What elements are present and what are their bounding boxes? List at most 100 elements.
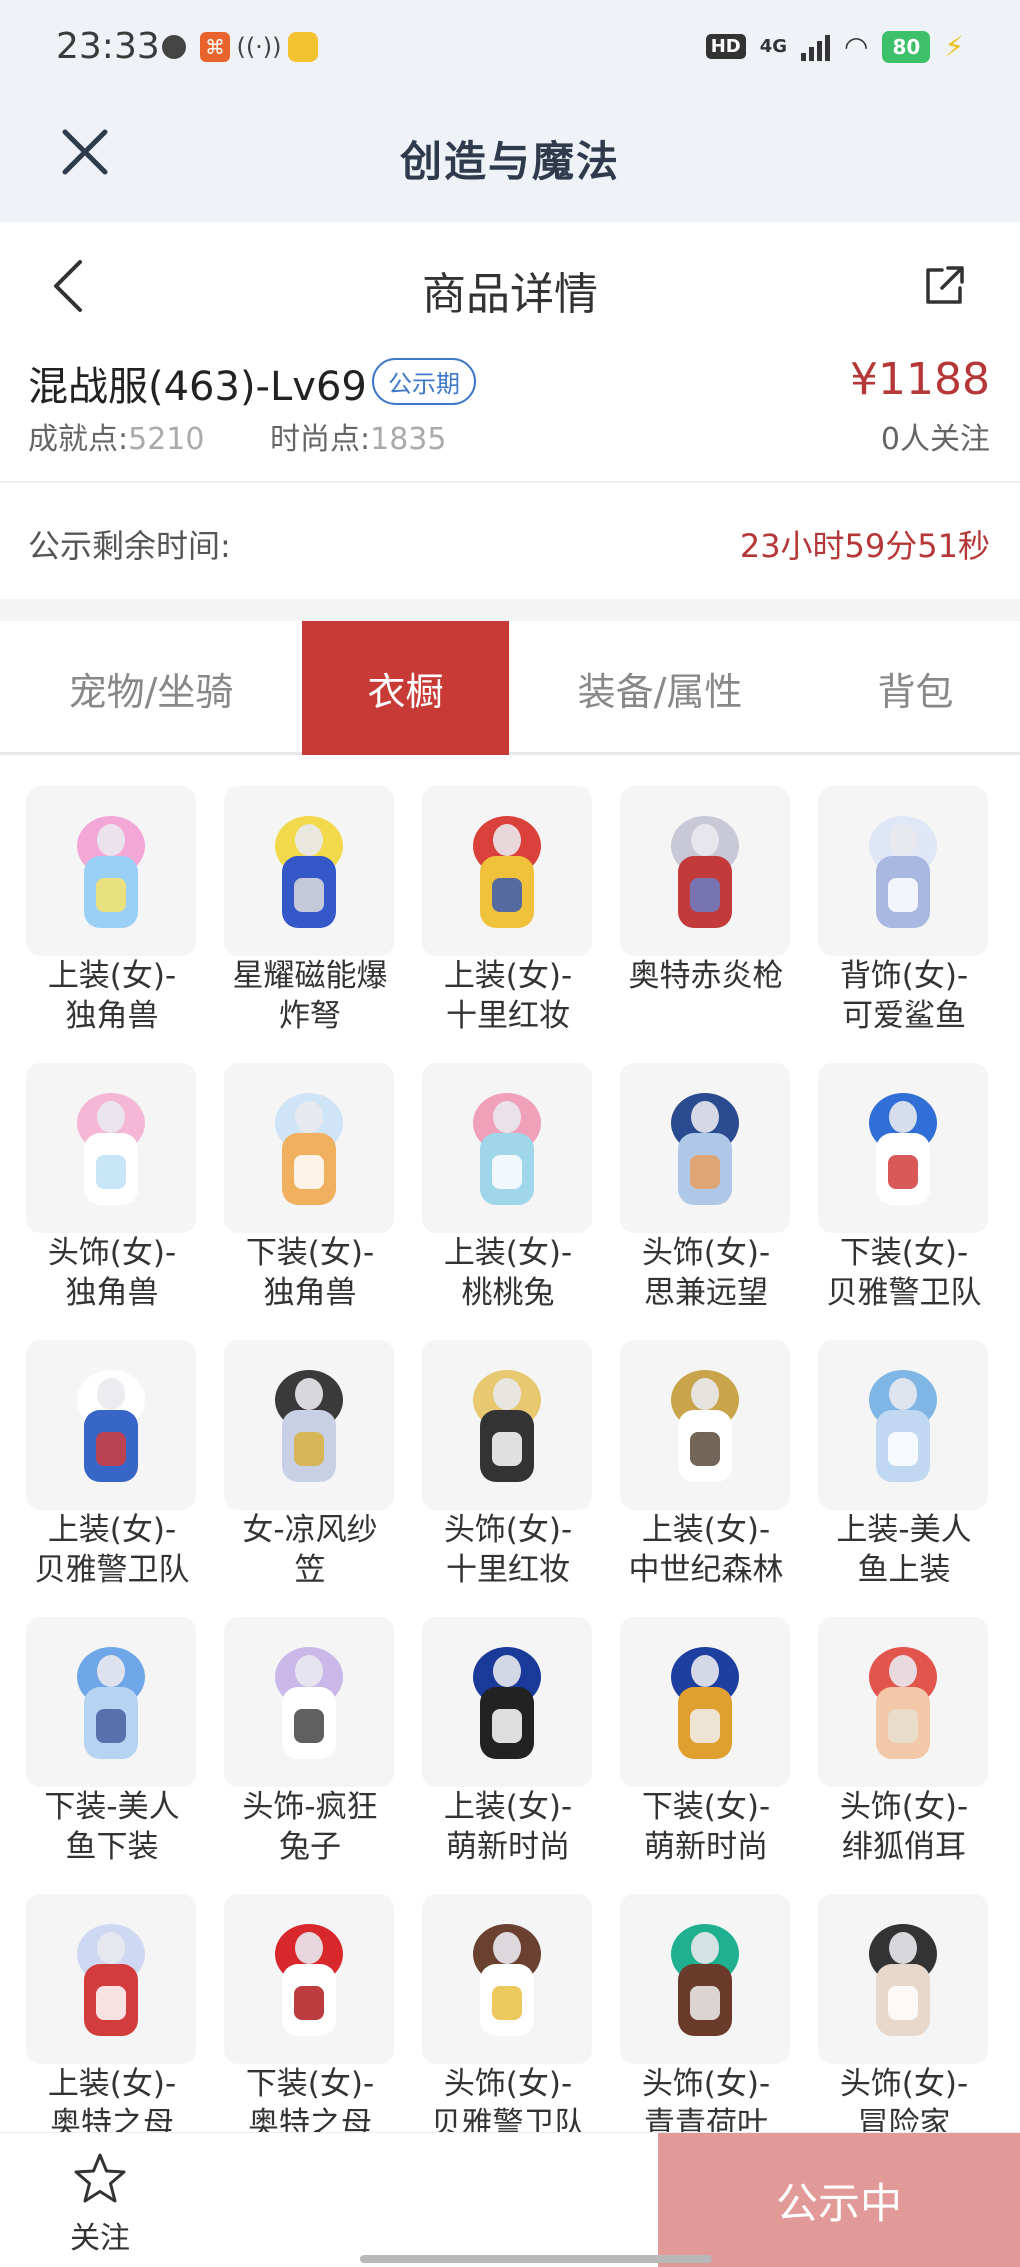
share-icon[interactable] [922, 264, 966, 308]
achievement-points: 成就点:5210 [28, 422, 205, 457]
wifi-icon: ◠ [844, 30, 869, 63]
item-name: 背饰(女)- 可爱鲨鱼 [839, 958, 969, 1034]
item-name: 星耀磁能爆 炸弩 [232, 958, 388, 1034]
wardrobe-item[interactable]: 下装(女)- 独角兽 [224, 1063, 396, 1331]
page-navbar: 商品详情 [0, 222, 1020, 350]
star-icon [74, 2153, 126, 2203]
short-hair-head-icon [818, 1894, 988, 2064]
item-name: 上装(女)- 贝雅警卫队 [34, 1512, 190, 1588]
wardrobe-item[interactable]: 头饰(女)- 贝雅警卫队 [422, 1894, 594, 2162]
status-badge: 公示期 [372, 358, 476, 405]
bottom-action-bar: 关注 公示中 [0, 2132, 1020, 2267]
signal-icon [801, 33, 831, 61]
wardrobe-item[interactable]: 下装(女)- 贝雅警卫队 [818, 1063, 990, 1331]
wardrobe-item[interactable]: 上装(女)- 贝雅警卫队 [26, 1340, 198, 1608]
app-title: 创造与魔法 [399, 137, 620, 186]
wardrobe-item[interactable]: 头饰(女)- 冒险家 [818, 1894, 990, 2162]
tab-pets-mounts[interactable]: 宠物/坐骑 [0, 621, 302, 755]
category-tabs: 宠物/坐骑 衣橱 装备/属性 背包 [0, 621, 1020, 755]
wardrobe-item[interactable]: 头饰(女)- 思兼远望 [620, 1063, 792, 1331]
blue-corset-icon [422, 1617, 592, 1787]
medieval-outfit-icon [620, 1340, 790, 1510]
hotspot-icon: ((·)) [236, 33, 282, 61]
item-name: 头饰(女)- 绯狐俏耳 [839, 1789, 969, 1865]
mermaid-tail-icon [26, 1617, 196, 1787]
wardrobe-item[interactable]: 女-凉风纱笠 [224, 1340, 396, 1608]
item-name: 头饰(女)- 思兼远望 [641, 1235, 771, 1311]
wardrobe-item[interactable]: 上装(女)- 独角兽 [26, 786, 198, 1054]
wings-outfit-icon [26, 786, 196, 956]
boots-icon [224, 1063, 394, 1233]
wardrobe-item[interactable]: 上装(女)- 十里红妆 [422, 786, 594, 1054]
publicity-status-button[interactable]: 公示中 [658, 2133, 1020, 2267]
follow-label: 关注 [70, 2221, 130, 2256]
network-type: 4G [759, 36, 788, 57]
red-boots-icon [224, 1894, 394, 2064]
unicorn-hood-icon [26, 1063, 196, 1233]
item-name: 下装-美人 鱼下装 [44, 1789, 180, 1865]
item-name: 上装(女)- 萌新时尚 [443, 1789, 573, 1865]
app-notification-icon: ⌘ [200, 32, 230, 62]
item-name: 头饰(女)- 独角兽 [47, 1235, 177, 1311]
spear-icon [620, 786, 790, 956]
hd-icon: HD [705, 34, 746, 59]
space-helmet-icon [620, 1063, 790, 1233]
status-bar: 23:33 ⌘ ((·)) HD 4G ◠ 80 ⚡ [0, 0, 1020, 100]
fashion-points: 时尚点:1835 [270, 422, 447, 457]
charging-icon: ⚡ [944, 30, 964, 63]
home-indicator [360, 2255, 712, 2263]
tab-wardrobe[interactable]: 衣橱 [302, 621, 509, 755]
product-name: 混战服(463)-Lv69 [28, 364, 367, 410]
item-name: 下装(女)- 贝雅警卫队 [826, 1235, 982, 1311]
tab-equipment-attributes[interactable]: 装备/属性 [509, 621, 811, 755]
item-name: 上装(女)- 独角兽 [47, 958, 177, 1034]
item-name: 上装(女)- 中世纪森林 [628, 1512, 784, 1588]
product-price: ¥1188 [850, 354, 990, 405]
tab-backpack[interactable]: 背包 [811, 621, 1020, 755]
countdown-value: 23小时59分51秒 [739, 527, 990, 565]
shark-backpack-icon [818, 786, 988, 956]
wardrobe-item[interactable]: 头饰(女)- 十里红妆 [422, 1340, 594, 1608]
blue-skirt-icon [620, 1617, 790, 1787]
wardrobe-item[interactable]: 下装-美人 鱼下装 [26, 1617, 198, 1885]
crown-head-icon [422, 1340, 592, 1510]
wardrobe-item[interactable]: 上装(女)- 中世纪森林 [620, 1340, 792, 1608]
pink-dress-icon [422, 1063, 592, 1233]
wardrobe-item[interactable]: 头饰(女)- 绯狐俏耳 [818, 1617, 990, 1885]
wardrobe-item[interactable]: 头饰-疯狂 兔子 [224, 1617, 396, 1885]
wardrobe-item[interactable]: 上装(女)- 桃桃兔 [422, 1063, 594, 1331]
wardrobe-item[interactable]: 头饰(女)- 独角兽 [26, 1063, 198, 1331]
wardrobe-item[interactable]: 上装-美人 鱼上装 [818, 1340, 990, 1608]
red-robe-icon [422, 786, 592, 956]
item-name: 下装(女)- 萌新时尚 [641, 1789, 771, 1865]
ultra-suit-icon [26, 1894, 196, 2064]
app-header: 23:33 ⌘ ((·)) HD 4G ◠ 80 ⚡ 创造与魔法 [0, 0, 1020, 222]
mermaid-top-icon [818, 1340, 988, 1510]
countdown-label: 公示剩余时间: [28, 527, 231, 565]
item-name: 上装-美人 鱼上装 [836, 1512, 972, 1588]
wardrobe-item[interactable]: 星耀磁能爆 炸弩 [224, 786, 396, 1054]
wardrobe-item[interactable]: 上装(女)- 奥特之母 [26, 1894, 198, 2162]
mascot-notification-icon [288, 32, 318, 62]
item-name: 女-凉风纱笠 [242, 1512, 378, 1588]
fox-ears-head-icon [818, 1617, 988, 1787]
globe-icon [162, 35, 186, 59]
wardrobe-item[interactable]: 背饰(女)- 可爱鲨鱼 [818, 786, 990, 1054]
item-name: 头饰(女)- 十里红妆 [443, 1512, 573, 1588]
battery-level: 80 [882, 30, 931, 63]
follower-count: 0人关注 [880, 422, 990, 457]
section-divider [0, 599, 1020, 621]
lotus-leaf-hat-icon [620, 1894, 790, 2064]
countdown-row: 公示剩余时间: 23小时59分51秒 [0, 483, 1020, 599]
wardrobe-item[interactable]: 下装(女)- 奥特之母 [224, 1894, 396, 2162]
bunny-hood-icon [224, 1617, 394, 1787]
wardrobe-item[interactable]: 下装(女)- 萌新时尚 [620, 1617, 792, 1885]
wardrobe-item[interactable]: 上装(女)- 萌新时尚 [422, 1617, 594, 1885]
wardrobe-item[interactable]: 奥特赤炎枪 [620, 786, 792, 1054]
headphones-head-icon [422, 1894, 592, 2064]
product-summary: 混战服(463)-Lv69 公示期 ¥1188 成就点:5210 时尚点:183… [0, 350, 1020, 483]
status-time: 23:33 [56, 26, 160, 67]
item-name: 上装(女)- 桃桃兔 [443, 1235, 573, 1311]
follow-button[interactable]: 关注 [0, 2133, 200, 2267]
wardrobe-item[interactable]: 头饰(女)- 青青荷叶 [620, 1894, 792, 2162]
